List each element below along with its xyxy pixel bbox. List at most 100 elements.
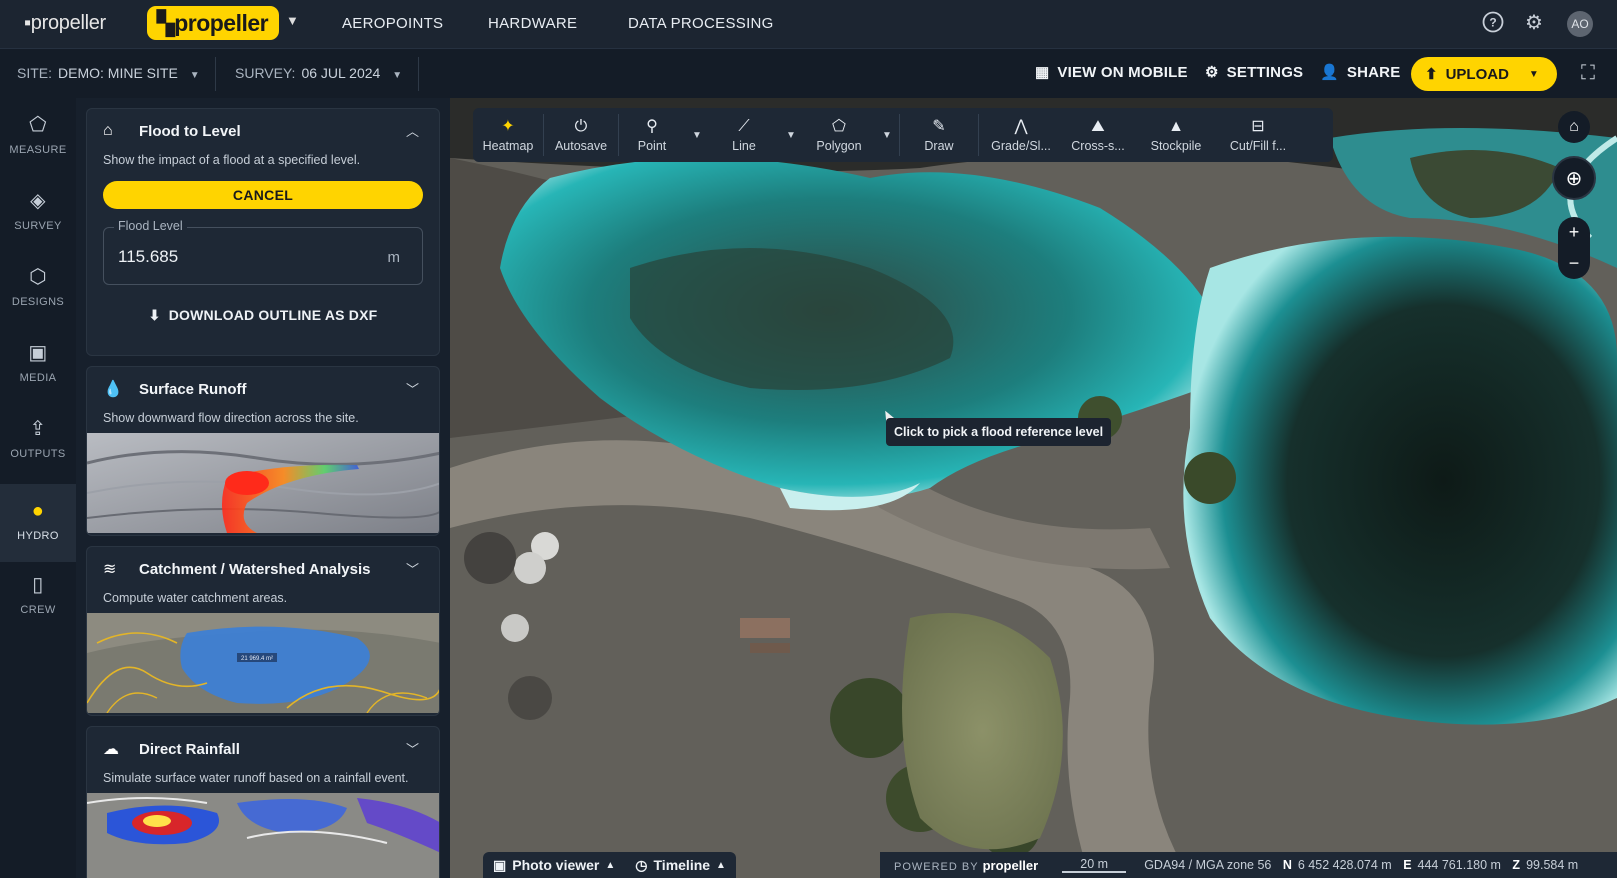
polygon-tool[interactable]: ⬠ Polygon: [803, 108, 875, 162]
compass-button[interactable]: ⊕: [1552, 156, 1596, 200]
point-tool-menu[interactable]: ▼: [685, 108, 709, 162]
left-rail: ⬠ MEASURE ◈ SURVEY ⬡ DESIGNS ▣ MEDIA ⇪ OUTPUT…: [0, 98, 76, 878]
nav-hardware[interactable]: HARDWARE: [488, 15, 577, 32]
cube-icon: ⬡: [29, 266, 47, 288]
zoom-controls: + −: [1558, 217, 1590, 279]
site-selector[interactable]: SITE: DEMO: MINE SITE ▼: [17, 65, 200, 81]
toggle-icon: ⏻: [574, 118, 588, 135]
chevron-up-icon: ▲: [605, 859, 616, 871]
chevron-down-icon[interactable]: ﹀: [406, 739, 419, 758]
rail-item-outputs[interactable]: ⇪ OUTPUTS: [0, 402, 76, 476]
powered-by-label: POWERED BY propeller: [894, 857, 1039, 873]
autosave-toggle[interactable]: ⏻ Autosave: [544, 108, 618, 162]
settings-box-icon: ⚙: [1205, 64, 1219, 81]
flood-pick-tooltip: Click to pick a flood reference level: [886, 418, 1112, 446]
map-toolbar: ✦ Heatmap ⏻ Autosave ⚲ Point ▼ ⟋ Line ▼ ⬠ Pol…: [473, 108, 1333, 162]
rail-item-measure[interactable]: ⬠ MEASURE: [0, 98, 76, 172]
fullscreen-icon[interactable]: ⛶: [1576, 61, 1600, 85]
chevron-down-icon[interactable]: ▼: [1529, 69, 1539, 80]
heatmap-tool[interactable]: ✦ Heatmap: [473, 108, 543, 162]
map-pin-icon: ⚲: [646, 118, 658, 135]
aerial-map-image[interactable]: [450, 98, 1617, 878]
home-view-button[interactable]: ⌂: [1558, 111, 1590, 143]
chevron-down-icon: ▼: [189, 70, 200, 81]
cut-fill-tool[interactable]: ⊟ Cut/Fill f...: [1219, 108, 1297, 162]
view-on-mobile-button[interactable]: ▦ VIEW ON MOBILE: [1035, 63, 1188, 82]
propeller-product-switcher[interactable]: ▚ propeller: [147, 6, 279, 40]
propeller-logo-small[interactable]: ▪propeller: [24, 12, 106, 35]
line-tool[interactable]: ⟋ Line: [709, 108, 779, 162]
share-button[interactable]: 👤 SHARE: [1320, 63, 1400, 82]
zoom-out-button[interactable]: −: [1558, 248, 1590, 278]
rail-item-hydro[interactable]: ● HYDRO: [0, 484, 76, 562]
stockpile-icon: ▲: [1168, 118, 1184, 135]
image-message-icon: ▣: [28, 342, 48, 364]
chevron-down-icon[interactable]: ﹀: [406, 559, 419, 578]
line-icon: ⟋: [738, 118, 750, 135]
divider: [215, 57, 216, 91]
cross-section-tool[interactable]: ⛰ Cross-s...: [1063, 108, 1133, 162]
chevron-down-icon: ▼: [692, 129, 702, 141]
draw-tool[interactable]: ✎ Draw: [900, 108, 978, 162]
photo-viewer-tab[interactable]: ▣ Photo viewer ▲: [483, 857, 625, 874]
nav-aeropoints[interactable]: AEROPOINTS: [342, 15, 443, 32]
grade-slope-tool[interactable]: ⋀ Grade/Sl...: [979, 108, 1063, 162]
unit-label: m: [387, 249, 401, 266]
chevron-down-icon[interactable]: ▼: [286, 13, 299, 28]
help-icon[interactable]: ?: [1481, 11, 1505, 35]
upload-icon: ⬆: [1425, 66, 1438, 83]
chevron-up-icon[interactable]: ︿: [406, 121, 419, 140]
polygon-tool-menu[interactable]: ▼: [875, 108, 899, 162]
bottom-tabs: ▣ Photo viewer ▲ ◷ Timeline ▲: [483, 852, 736, 878]
card-description: Show the impact of a flood at a specifie…: [103, 153, 361, 167]
settings-button[interactable]: ⚙ SETTINGS: [1205, 63, 1303, 82]
stockpile-tool[interactable]: ▲ Stockpile: [1133, 108, 1219, 162]
timeline-tab[interactable]: ◷ Timeline ▲: [625, 857, 736, 874]
divider: [418, 57, 419, 91]
rainfall-card-header: ☁ Direct Rainfall ﹀: [87, 727, 439, 771]
surface-runoff-card[interactable]: 💧 Surface Runoff ﹀ Show downward flow di…: [86, 366, 440, 536]
direct-rainfall-card[interactable]: ☁ Direct Rainfall ﹀ Simulate surface wat…: [86, 726, 440, 878]
propeller-logo: propeller: [982, 857, 1039, 873]
cancel-button[interactable]: CANCEL: [103, 181, 423, 209]
flood-card-header[interactable]: ⌂ Flood to Level ︿: [87, 109, 439, 153]
chevron-down-icon[interactable]: ﹀: [406, 379, 419, 398]
rail-item-media[interactable]: ▣ MEDIA: [0, 326, 76, 400]
card-title: Catchment / Watershed Analysis: [139, 560, 371, 578]
map-viewport[interactable]: [450, 98, 1617, 878]
droplet-icon: 💧: [103, 381, 123, 398]
catchment-thumbnail: 21 969.4 m²: [87, 613, 439, 713]
qr-code-icon: ▦: [1035, 64, 1050, 81]
flood-to-level-card: ⌂ Flood to Level ︿ Show the impact of a …: [86, 108, 440, 356]
download-dxf-button[interactable]: ⬇ DOWNLOAD OUTLINE AS DXF: [87, 307, 439, 324]
photo-icon: ▣: [493, 856, 507, 873]
gear-icon[interactable]: ⚙: [1522, 11, 1546, 35]
flood-level-input[interactable]: 115.685: [118, 247, 178, 267]
thumbnail-area-label: 21 969.4 m²: [241, 656, 273, 662]
field-label: Flood Level: [114, 219, 187, 233]
svg-text:?: ?: [1489, 16, 1496, 30]
avatar[interactable]: AO: [1567, 11, 1593, 37]
direct-rainfall-thumbnail: [87, 793, 439, 878]
card-title: Flood to Level: [139, 122, 241, 140]
rail-item-designs[interactable]: ⬡ DESIGNS: [0, 250, 76, 324]
survey-selector[interactable]: SURVEY: 06 JUL 2024 ▼: [235, 65, 402, 81]
polygon-icon: ⬠: [832, 118, 846, 135]
line-tool-menu[interactable]: ▼: [779, 108, 803, 162]
upload-button[interactable]: ⬆ UPLOAD ▼: [1411, 57, 1557, 91]
grade-icon: ⋀: [1014, 118, 1028, 135]
nav-data-processing[interactable]: DATA PROCESSING: [628, 15, 774, 32]
card-description: Simulate surface water runoff based on a…: [103, 771, 409, 785]
rail-item-crew[interactable]: ▯ CREW: [0, 558, 76, 632]
chevron-down-icon: ▼: [392, 70, 403, 81]
rail-item-survey[interactable]: ◈ SURVEY: [0, 174, 76, 248]
zoom-in-button[interactable]: +: [1558, 217, 1590, 247]
scale-bar: 20 m: [1062, 857, 1127, 873]
catchment-card[interactable]: ≋ Catchment / Watershed Analysis ﹀ Compu…: [86, 546, 440, 716]
chevron-down-icon: ▼: [882, 129, 892, 141]
flood-level-field[interactable]: Flood Level 115.685 m: [103, 219, 423, 285]
coordinate-readout: GDA94 / MGA zone 56 N6 452 428.074 m E 44…: [1144, 858, 1579, 872]
top-bar: ▪propeller ▚ propeller ▼ AEROPOINTS HARD…: [0, 0, 1617, 48]
card-title: Surface Runoff: [139, 380, 247, 398]
point-tool[interactable]: ⚲ Point: [619, 108, 685, 162]
